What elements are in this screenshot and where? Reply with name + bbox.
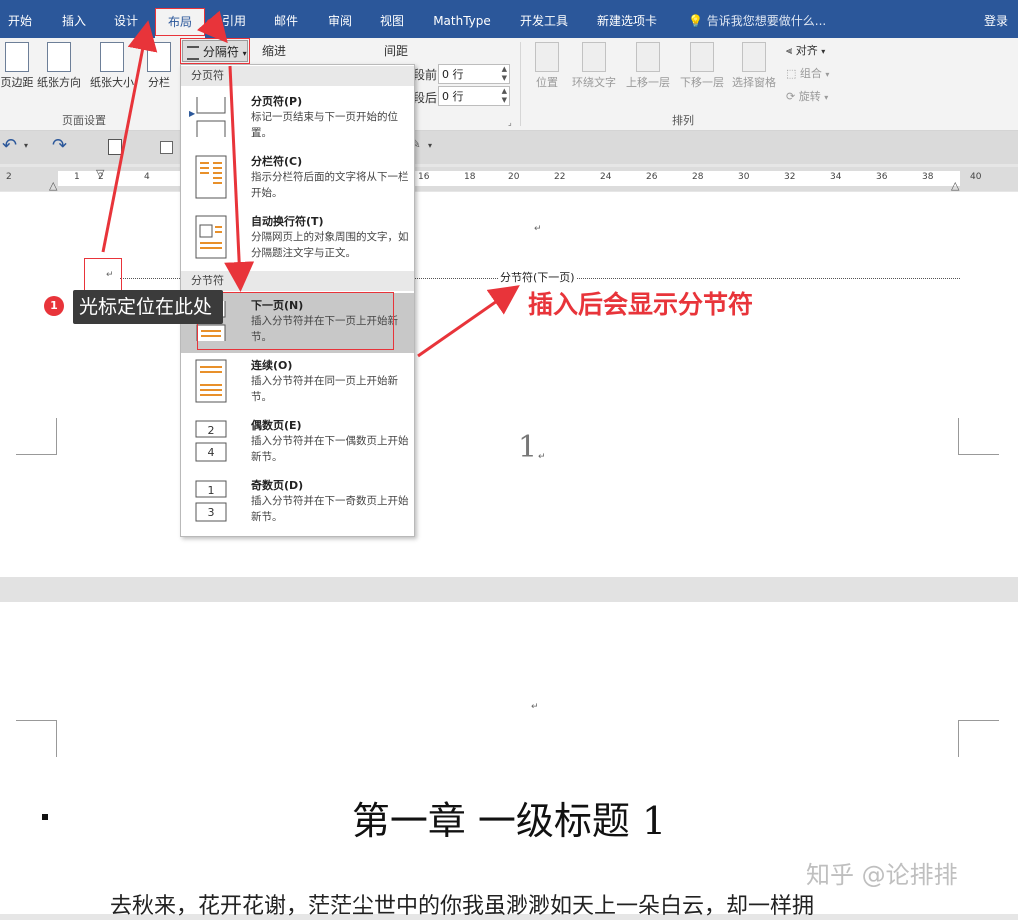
cursor-callout: 光标定位在此处 (73, 290, 223, 324)
step-badge: 1 (44, 296, 64, 316)
annotation-arrows (101, 10, 520, 358)
arrow-to-layout-tab (101, 20, 158, 253)
arrow-to-next-page (224, 65, 255, 292)
arrow-to-section-break (417, 285, 520, 358)
arrow-to-breaks-button (196, 10, 228, 44)
watermark: 知乎 @论排排 (806, 861, 958, 889)
section-break-annotation: 插入后会显示分节符 (528, 290, 754, 319)
